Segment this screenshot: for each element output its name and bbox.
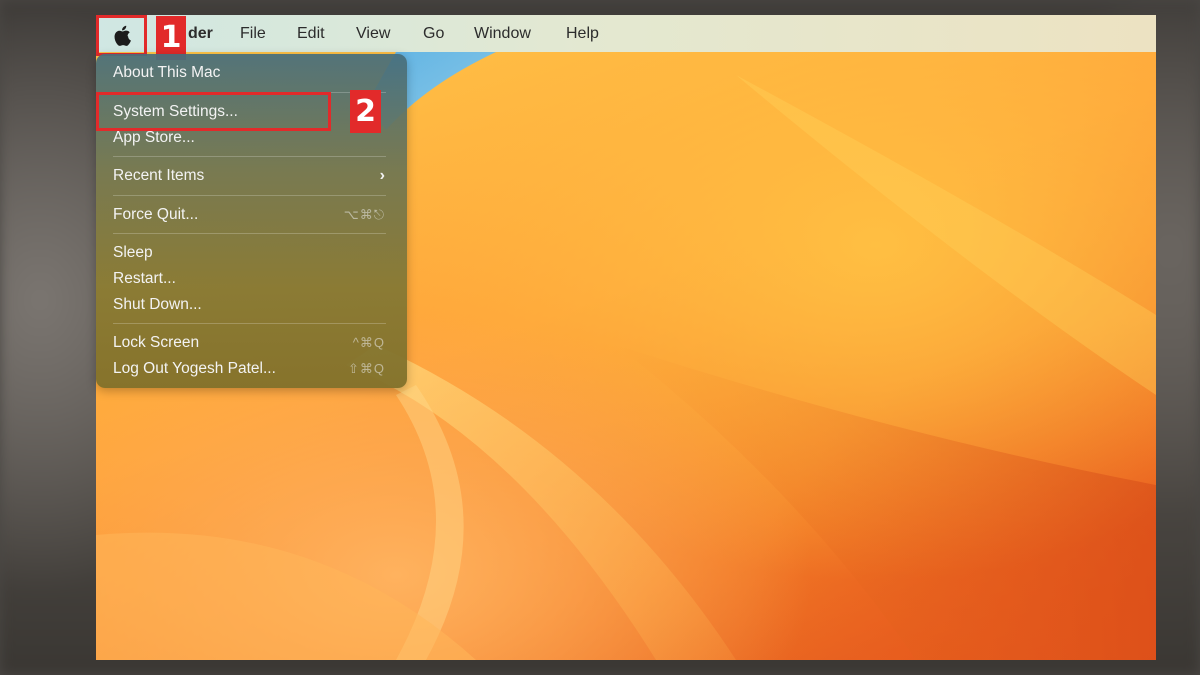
menu-item-about-this-mac[interactable]: About This Mac [113,62,220,84]
menu-separator [113,233,386,234]
system-settings-highlight [96,92,331,131]
lock-screen-shortcut: ^⌘Q [352,335,385,350]
menu-separator [113,195,386,196]
menu-edit[interactable]: Edit [297,15,325,52]
menu-go[interactable]: Go [423,15,444,52]
menu-separator [113,156,386,157]
menu-file[interactable]: File [240,15,266,52]
menu-finder[interactable]: der [188,15,213,52]
menu-item-shut-down[interactable]: Shut Down... [113,294,202,316]
menu-help[interactable]: Help [566,15,599,52]
menu-item-lock-screen[interactable]: Lock Screen [113,332,199,354]
apple-logo-icon [114,25,131,46]
menu-separator [113,323,386,324]
chevron-right-icon: › [379,167,385,184]
menu-bar: der File Edit View Go Window Help [96,15,1156,52]
apple-menu-button[interactable] [96,15,147,56]
menu-window[interactable]: Window [474,15,531,52]
log-out-shortcut: ⇧⌘Q [347,361,385,376]
step-2-badge: 2 [350,90,381,133]
menu-view[interactable]: View [356,15,390,52]
menu-item-sleep[interactable]: Sleep [113,242,153,264]
menu-item-log-out[interactable]: Log Out Yogesh Patel... [113,358,276,380]
force-quit-shortcut: ⌥⌘⎋ [343,207,385,222]
menu-item-recent-items[interactable]: Recent Items [113,165,204,187]
menu-item-restart[interactable]: Restart... [113,268,176,290]
menu-item-force-quit[interactable]: Force Quit... [113,204,198,226]
